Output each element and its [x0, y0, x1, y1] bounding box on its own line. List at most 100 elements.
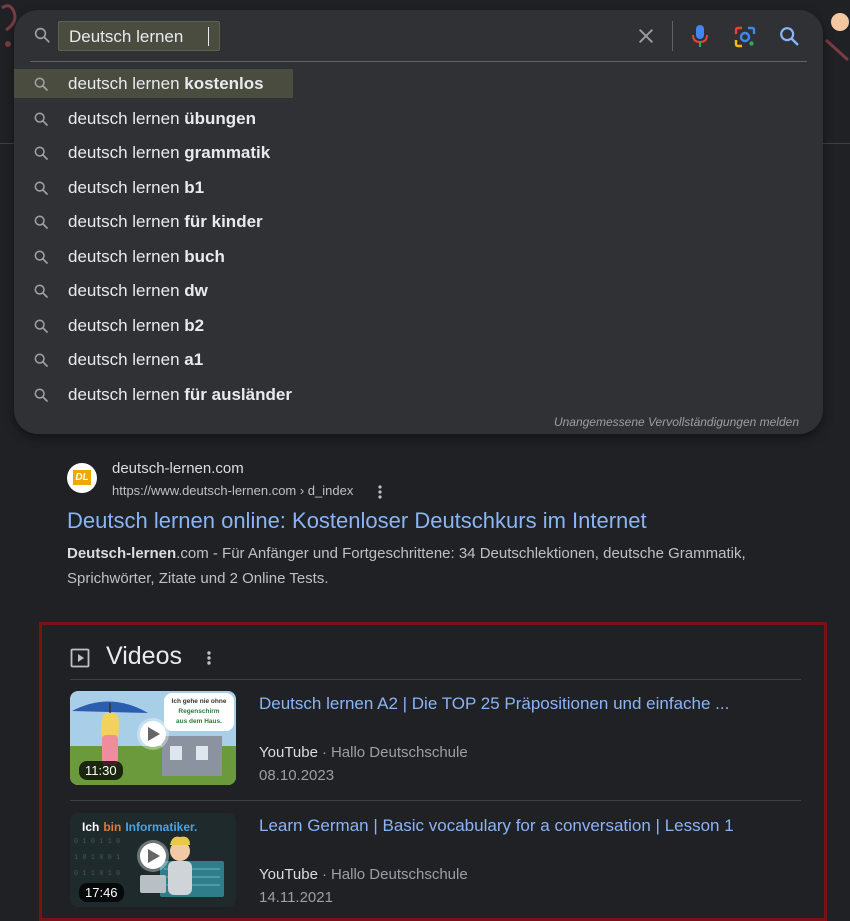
search-icon [34, 250, 48, 264]
search-bar: Deutsch lernen [14, 10, 823, 62]
suggestion-completion: für ausländer [184, 384, 292, 404]
search-submit-icon[interactable] [778, 25, 800, 47]
suggestion-prefix: deutsch lernen [68, 246, 185, 266]
video-play-icon [70, 648, 90, 668]
suggestion-text: deutsch lernen b2 [68, 316, 204, 336]
video-item[interactable]: Ich gehe nie ohne Regenschirm aus dem Ha… [70, 691, 801, 787]
search-icon [34, 181, 48, 195]
suggestion-item[interactable]: deutsch lernen übungen [14, 102, 823, 137]
suggestion-completion: für kinder [184, 212, 263, 231]
suggestion-item[interactable]: deutsch lernen buch [14, 240, 823, 275]
suggestion-text: deutsch lernen dw [68, 281, 208, 301]
suggestion-prefix: deutsch lernen [68, 143, 185, 162]
text-caret [208, 27, 209, 46]
suggestion-item[interactable]: deutsch lernen für ausländer [14, 378, 823, 413]
search-autocomplete-panel: Deutsch lernen deutsch lernen kostenlos d… [14, 10, 823, 434]
suggestion-prefix: deutsch lernen [68, 350, 185, 369]
suggestion-item[interactable]: deutsch lernen b1 [14, 171, 823, 206]
suggestion-text: deutsch lernen übungen [68, 109, 256, 129]
result-url[interactable]: https://www.deutsch-lernen.com › d_index [112, 483, 353, 498]
suggestion-completion: b1 [184, 177, 205, 197]
mic-icon[interactable] [690, 24, 710, 48]
doodle-decoration-right [824, 7, 850, 62]
search-icon [34, 215, 48, 229]
suggestion-text: deutsch lernen a1 [68, 350, 203, 370]
suggestion-item[interactable]: deutsch lernen für kinder [14, 205, 823, 240]
suggestion-prefix: deutsch lernen [68, 108, 185, 128]
suggestion-item[interactable]: deutsch lernen b2 [14, 309, 823, 344]
result-snippet: Deutsch-lernen.com - Für Anfänger und Fo… [67, 541, 747, 591]
meta-dot: · [321, 744, 327, 761]
suggestion-text: deutsch lernen für ausländer [68, 385, 292, 405]
video-channel: Hallo Deutschschule [330, 744, 468, 761]
snippet-bold: Deutsch-lernen [67, 545, 177, 562]
more-options-icon[interactable] [373, 483, 387, 501]
svg-text:1 0 1 0 0 1: 1 0 1 0 0 1 [74, 854, 120, 862]
suggestion-item[interactable]: deutsch lernen grammatik [14, 136, 823, 171]
search-icon [34, 353, 48, 367]
videos-more-icon[interactable] [202, 648, 216, 668]
suggestion-completion: dw [184, 281, 208, 300]
videos-separator [70, 679, 801, 680]
suggestion-completion: buch [184, 246, 225, 266]
suggestion-prefix: deutsch lernen [68, 177, 185, 197]
toolbar-divider [672, 21, 673, 51]
suggestion-list: deutsch lernen kostenlos deutsch lernen ü… [14, 67, 823, 412]
thumb-bubble-line: Regenschirm [178, 708, 219, 715]
clear-icon[interactable] [636, 26, 656, 46]
suggestion-prefix: deutsch lernen [68, 315, 185, 335]
suggestion-completion: kostenlos [184, 74, 264, 93]
report-completions-link[interactable]: Unangemessene Vervollständigungen melden [554, 415, 799, 429]
lens-icon[interactable] [733, 25, 757, 49]
search-input[interactable]: Deutsch lernen [58, 21, 220, 51]
result-title-link[interactable]: Deutsch lernen online: Kostenloser Deuts… [67, 508, 647, 534]
search-icon [34, 77, 48, 91]
video-source: YouTube [259, 744, 318, 761]
suggestion-text: deutsch lernen b1 [68, 178, 204, 198]
video-channel: Hallo Deutschschule [330, 866, 468, 883]
thumb-word: Informatiker. [125, 820, 197, 834]
video-meta: YouTube · Hallo Deutschschule [259, 866, 468, 883]
video-source: YouTube [259, 866, 318, 883]
search-icon [34, 284, 48, 298]
suggestion-completion: b2 [184, 315, 205, 335]
search-icon [34, 146, 48, 160]
video-thumbnail[interactable]: 0 1 0 1 1 0 1 0 1 0 0 1 0 1 1 0 1 0 1 0 … [70, 813, 236, 907]
search-query-text: Deutsch lernen [69, 27, 184, 46]
suggestion-completion: übungen [184, 108, 257, 128]
video-duration: 11:30 [79, 761, 123, 780]
video-date: 08.10.2023 [259, 767, 335, 784]
thumb-word: bin [103, 820, 121, 834]
suggestion-item[interactable]: deutsch lernen kostenlos [14, 67, 823, 102]
video-title-link[interactable]: Learn German | Basic vocabulary for a co… [259, 816, 734, 836]
video-date: 14.11.2021 [259, 889, 333, 906]
videos-heading: Videos [106, 642, 182, 670]
video-duration: 17:46 [79, 883, 124, 902]
video-thumbnail[interactable]: Ich gehe nie ohne Regenschirm aus dem Ha… [70, 691, 236, 785]
suggestion-prefix: deutsch lernen [68, 74, 185, 93]
thumb-bubble-line: aus dem Haus. [176, 718, 222, 725]
video-title-link[interactable]: Deutsch lernen A2 | Die TOP 25 Präpositi… [259, 694, 729, 714]
video-item[interactable]: 0 1 0 1 1 0 1 0 1 0 0 1 0 1 1 0 1 0 1 0 … [70, 813, 801, 909]
search-bar-separator [30, 61, 807, 62]
suggestion-item[interactable]: deutsch lernen a1 [14, 343, 823, 378]
videos-section: Videos Ich gehe nie ohne Regenschirm aus… [39, 622, 827, 921]
search-icon [34, 27, 50, 43]
suggestion-prefix: deutsch lernen [68, 212, 185, 231]
suggestion-prefix: deutsch lernen [68, 384, 185, 404]
search-icon [34, 388, 48, 402]
thumb-bubble-line: Ich gehe nie ohne [172, 698, 227, 705]
videos-separator [70, 800, 801, 801]
search-icon [34, 112, 48, 126]
suggestion-item[interactable]: deutsch lernen dw [14, 274, 823, 309]
suggestion-text: deutsch lernen buch [68, 247, 225, 267]
search-icon [34, 319, 48, 333]
suggestion-prefix: deutsch lernen [68, 281, 185, 300]
videos-header: Videos [70, 642, 810, 672]
suggestion-completion: a1 [184, 350, 204, 369]
svg-text:0 1 1 0 1 0: 0 1 1 0 1 0 [74, 870, 120, 878]
suggestion-text: deutsch lernen kostenlos [68, 74, 264, 94]
svg-text:0 1 0 1 1 0: 0 1 0 1 1 0 [74, 838, 120, 846]
site-favicon: DL [67, 463, 97, 493]
result-site-name[interactable]: deutsch-lernen.com [112, 460, 244, 477]
